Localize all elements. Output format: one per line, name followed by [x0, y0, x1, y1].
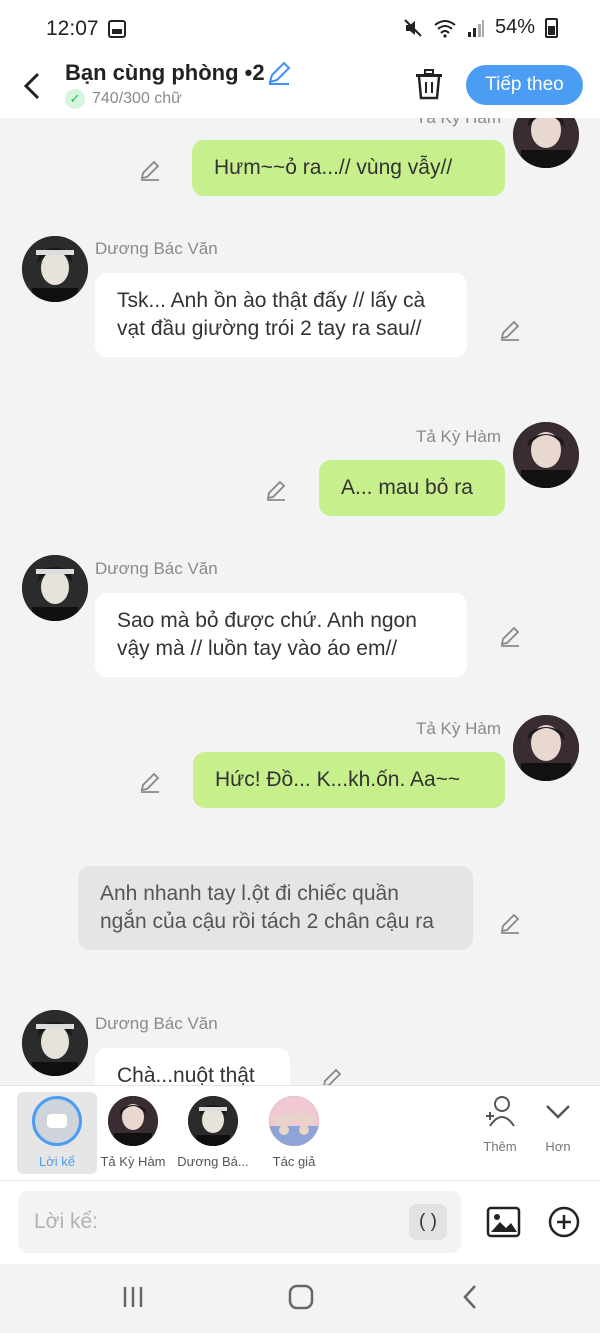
gallery-notification-icon: [108, 20, 126, 38]
avatar-ta-ky-ham[interactable]: [513, 715, 579, 781]
mute-icon: [404, 18, 422, 37]
add-button[interactable]: [548, 1206, 580, 1238]
check-icon: ✓: [65, 89, 85, 109]
sender-name: Tả Kỳ Hàm: [416, 427, 502, 446]
character-ta-ky-ham[interactable]: Tả Kỳ Hàm: [93, 1092, 173, 1174]
recent-apps-button[interactable]: [113, 1284, 153, 1314]
delete-button[interactable]: [414, 68, 444, 100]
character-narration[interactable]: Lời kể: [17, 1092, 97, 1174]
home-button[interactable]: [281, 1284, 321, 1314]
edit-message-icon[interactable]: [264, 478, 288, 502]
image-icon: [486, 1206, 521, 1238]
portrait-image: [108, 1096, 158, 1146]
more-label: Hơn: [545, 1139, 571, 1154]
add-label: Thêm: [483, 1139, 517, 1154]
portrait-image: [22, 555, 88, 621]
message-bubble[interactable]: Hưm~~ỏ ra...// vùng vẫy//: [192, 140, 505, 196]
status-indicators: 54%: [403, 16, 558, 39]
battery-percent: 54%: [494, 16, 535, 38]
avatar: [188, 1096, 238, 1146]
message-bubble[interactable]: A... mau bỏ ra: [319, 460, 505, 516]
avatar-duong-bac-van[interactable]: [22, 236, 88, 302]
page-title: Bạn cùng phòng •2: [65, 60, 265, 85]
avatar: [108, 1096, 158, 1146]
avatar-ta-ky-ham[interactable]: [513, 118, 579, 168]
word-count-status: ✓ 740/300 chữ: [65, 89, 182, 109]
character-label: Tác giả: [272, 1154, 316, 1169]
character-label: Tả Kỳ Hàm: [100, 1154, 166, 1169]
sender-name: Dương Bác Văn: [95, 559, 218, 578]
message-bubble[interactable]: Hức! Đồ... K...kh.ốn. Aa~~: [193, 752, 505, 808]
input-placeholder: Lời kể:: [34, 1210, 98, 1233]
edit-title-button[interactable]: [266, 60, 292, 92]
add-character-button[interactable]: Thêm: [470, 1094, 530, 1154]
back-button[interactable]: [18, 66, 50, 112]
edit-message-icon[interactable]: [320, 1066, 344, 1085]
message-bubble[interactable]: Tsk... Anh ồn ào thật đấy // lấy cà vạt …: [95, 273, 467, 357]
message-bubble[interactable]: Chà...nuột thật: [95, 1048, 290, 1085]
chat-header: Bạn cùng phòng •2 ✓ 740/300 chữ Tiếp the…: [0, 58, 600, 118]
status-bar: 12:07 54%: [0, 0, 600, 58]
character-label: Dương Bá...: [177, 1154, 249, 1169]
plus-circle-icon: [548, 1206, 580, 1238]
battery-icon: [545, 17, 558, 38]
recent-apps-icon: [123, 1287, 143, 1307]
narration-bubble[interactable]: Anh nhanh tay l.ột đi chiếc quần ngắn củ…: [78, 866, 473, 950]
chevron-down-icon: [546, 1105, 570, 1119]
portrait-image: [513, 118, 579, 168]
edit-message-icon[interactable]: [138, 158, 162, 182]
character-label: Lời kể: [39, 1154, 75, 1169]
chat-list[interactable]: Tả Kỳ Hàm Hưm~~ỏ ra...// vùng vẫy// Dươn…: [0, 118, 600, 1085]
portrait-image: [513, 715, 579, 781]
avatar-duong-bac-van[interactable]: [22, 555, 88, 621]
wifi-icon: [434, 19, 456, 38]
next-button[interactable]: Tiếp theo: [466, 65, 583, 105]
edit-message-icon[interactable]: [498, 911, 522, 935]
group-photo-image: [269, 1096, 319, 1146]
edit-message-icon[interactable]: [138, 770, 162, 794]
portrait-image: [22, 1010, 88, 1076]
parentheses-button[interactable]: ( ): [409, 1204, 447, 1240]
add-person-icon: [486, 1096, 515, 1127]
character-duong-bac-van[interactable]: Dương Bá...: [173, 1092, 253, 1174]
chevron-left-icon: [463, 1285, 476, 1309]
message-input[interactable]: Lời kể: ( ): [18, 1191, 461, 1253]
status-time: 12:07: [46, 17, 99, 40]
sender-name: Dương Bác Văn: [95, 1014, 218, 1033]
system-navigation-bar: [0, 1264, 600, 1333]
portrait-image: [188, 1096, 238, 1146]
pencil-icon: [268, 61, 291, 85]
image-button[interactable]: [486, 1206, 521, 1238]
message-bubble[interactable]: Sao mà bỏ được chứ. Anh ngon vậy mà // l…: [95, 593, 467, 677]
word-count: 740/300 chữ: [92, 90, 182, 107]
portrait-image: [22, 236, 88, 302]
edit-message-icon[interactable]: [498, 624, 522, 648]
edit-message-icon[interactable]: [498, 318, 522, 342]
sender-name: Tả Kỳ Hàm: [416, 719, 502, 738]
character-author[interactable]: Tác giả: [254, 1092, 334, 1174]
avatar: [269, 1096, 319, 1146]
sender-name: Tả Kỳ Hàm: [416, 118, 501, 128]
back-nav-button[interactable]: [451, 1284, 491, 1314]
composer: Lời kể: ( ): [0, 1180, 600, 1264]
home-icon: [288, 1284, 314, 1310]
narration-icon: [32, 1096, 82, 1146]
chevron-left-icon: [23, 72, 40, 100]
character-selector: Lời kể Tả Kỳ Hàm Dương Bá... Tác giả Thê…: [0, 1085, 600, 1180]
trash-icon: [416, 69, 442, 100]
avatar-duong-bac-van[interactable]: [22, 1010, 88, 1076]
signal-icon: [467, 19, 484, 37]
sender-name: Dương Bác Văn: [95, 239, 218, 258]
portrait-image: [513, 422, 579, 488]
more-button[interactable]: Hơn: [528, 1094, 588, 1154]
avatar-ta-ky-ham[interactable]: [513, 422, 579, 488]
